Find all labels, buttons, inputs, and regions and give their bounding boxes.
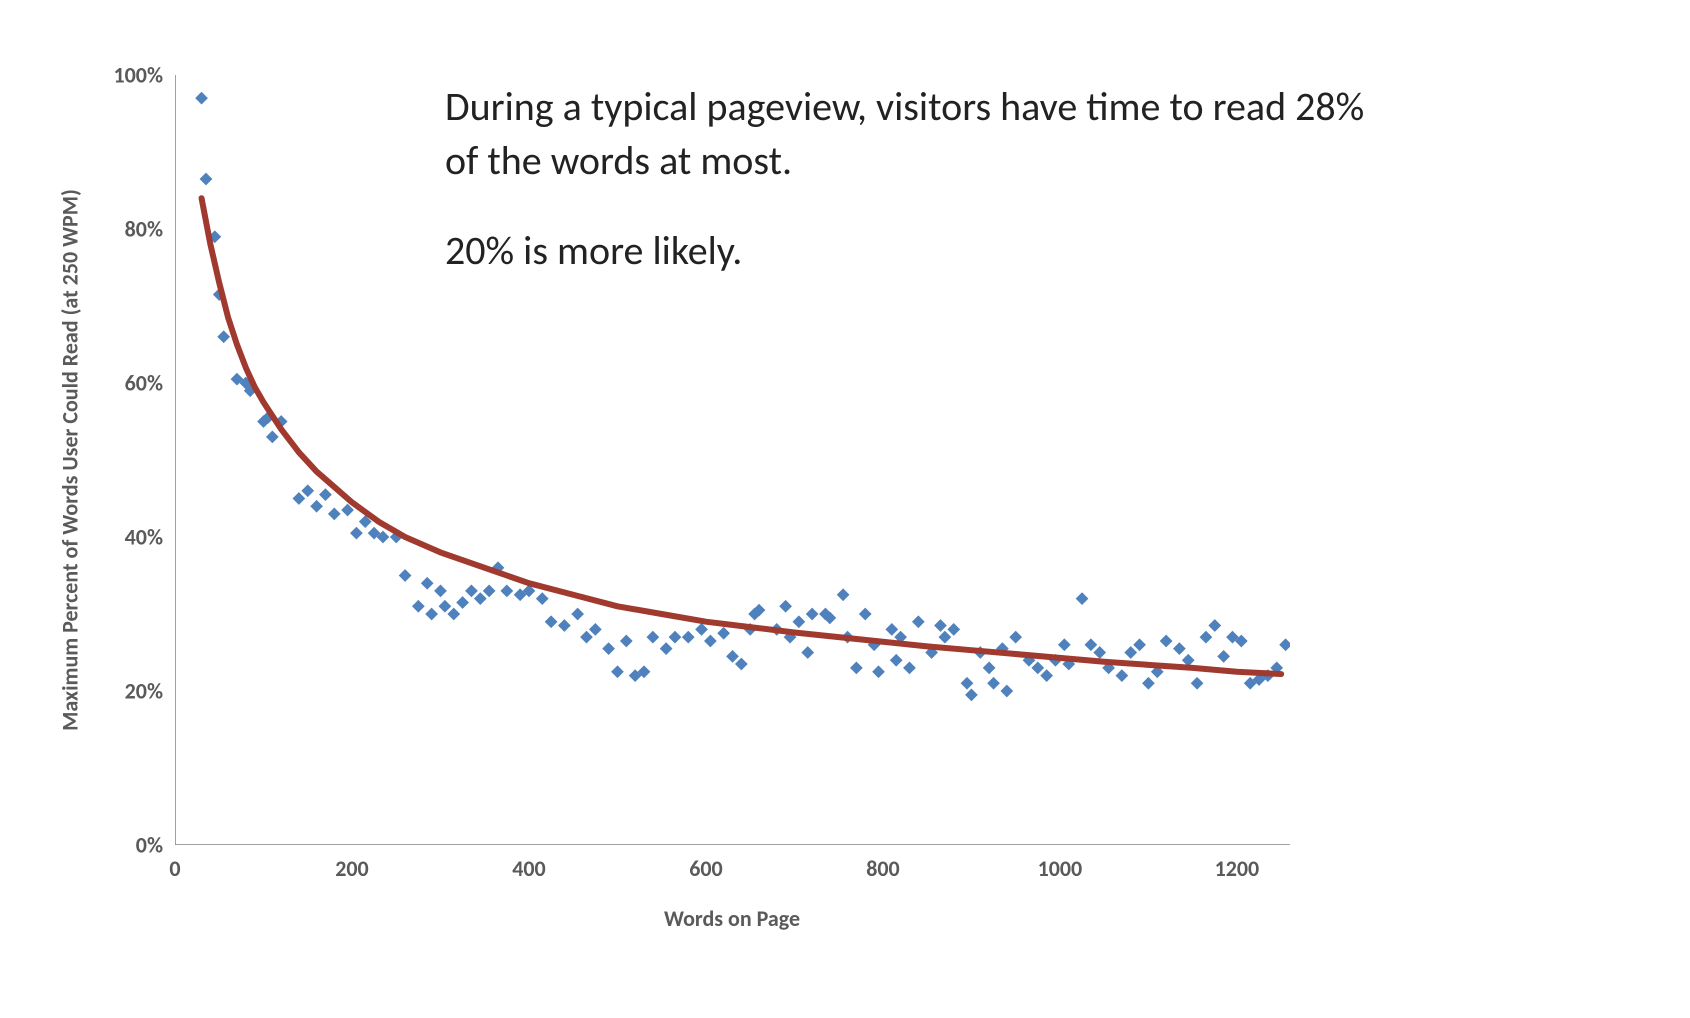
y-tick-label: 100% <box>114 62 164 89</box>
data-point <box>620 635 633 648</box>
data-point <box>1160 635 1173 648</box>
data-point <box>1133 638 1146 651</box>
data-point <box>1208 619 1221 632</box>
data-point <box>195 92 208 105</box>
data-point <box>903 662 916 675</box>
y-tick-label: 80% <box>125 216 163 243</box>
data-point <box>1009 631 1022 644</box>
data-point <box>939 631 952 644</box>
data-point <box>319 488 332 501</box>
data-point <box>646 631 659 644</box>
x-tick-label: 800 <box>866 855 899 882</box>
data-point <box>589 623 602 636</box>
data-point <box>399 569 412 582</box>
data-point <box>217 330 230 343</box>
data-point <box>859 608 872 621</box>
data-point <box>602 642 615 655</box>
data-point <box>1058 638 1071 651</box>
y-tick-label: 20% <box>125 678 163 705</box>
trend-line <box>202 198 1282 674</box>
data-point <box>806 608 819 621</box>
data-point <box>465 585 478 598</box>
data-point <box>704 635 717 648</box>
data-point <box>580 631 593 644</box>
data-point <box>885 623 898 636</box>
data-point <box>934 619 947 632</box>
y-axis-label: Maximum Percent of Words User Could Read… <box>57 189 84 731</box>
x-axis-label: Words on Page <box>664 905 800 932</box>
data-point <box>801 646 814 659</box>
data-point <box>965 688 978 701</box>
data-point <box>200 173 213 186</box>
data-point <box>726 650 739 663</box>
data-point <box>439 600 452 613</box>
data-point <box>545 615 558 628</box>
data-point <box>1040 669 1053 682</box>
data-point <box>447 608 460 621</box>
data-point <box>310 500 323 513</box>
data-point <box>1076 592 1089 605</box>
data-point <box>456 596 469 609</box>
data-point <box>912 615 925 628</box>
data-point <box>328 508 341 521</box>
chart-container: Maximum Percent of Words User Could Read… <box>0 0 1690 1018</box>
data-point <box>474 592 487 605</box>
data-point <box>1000 685 1013 698</box>
data-point <box>483 585 496 598</box>
data-point <box>1217 650 1230 663</box>
data-point <box>669 631 682 644</box>
data-point <box>293 492 306 505</box>
y-tick-label: 60% <box>125 370 163 397</box>
data-point <box>500 585 513 598</box>
data-point <box>571 608 584 621</box>
data-point <box>890 654 903 667</box>
data-point <box>1191 677 1204 690</box>
data-point <box>421 577 434 590</box>
data-point <box>1031 662 1044 675</box>
data-point <box>660 642 673 655</box>
plot-area: 0%20%40%60%80%100% 020040060080010001200 <box>175 75 1290 845</box>
data-point <box>1173 642 1186 655</box>
y-tick-label: 0% <box>136 832 163 859</box>
data-point <box>1124 646 1137 659</box>
data-point <box>536 592 549 605</box>
data-point <box>350 527 363 540</box>
data-point <box>947 623 960 636</box>
data-point <box>735 658 748 671</box>
data-point <box>793 615 806 628</box>
data-point <box>1093 646 1106 659</box>
data-point <box>837 588 850 601</box>
data-point <box>266 431 279 444</box>
data-point <box>779 600 792 613</box>
data-point <box>1116 669 1129 682</box>
data-point <box>1085 638 1098 651</box>
data-point <box>987 677 1000 690</box>
x-tick-label: 0 <box>169 855 180 882</box>
data-point <box>682 631 695 644</box>
data-point <box>695 623 708 636</box>
x-tick-label: 200 <box>335 855 368 882</box>
data-point <box>611 665 624 678</box>
data-point <box>558 619 571 632</box>
x-tick-label: 1200 <box>1215 855 1260 882</box>
data-point <box>434 585 447 598</box>
chart-svg <box>175 75 1290 845</box>
data-point <box>412 600 425 613</box>
x-tick-label: 1000 <box>1038 855 1083 882</box>
data-point <box>872 665 885 678</box>
data-point <box>301 484 314 497</box>
data-point <box>1200 631 1213 644</box>
data-point <box>1279 638 1290 651</box>
data-point <box>961 677 974 690</box>
data-point <box>425 608 438 621</box>
y-tick-label: 40% <box>125 524 163 551</box>
data-point <box>850 662 863 675</box>
data-point <box>983 662 996 675</box>
x-tick-label: 400 <box>512 855 545 882</box>
data-point <box>717 627 730 640</box>
data-point <box>1142 677 1155 690</box>
x-tick-label: 600 <box>689 855 722 882</box>
